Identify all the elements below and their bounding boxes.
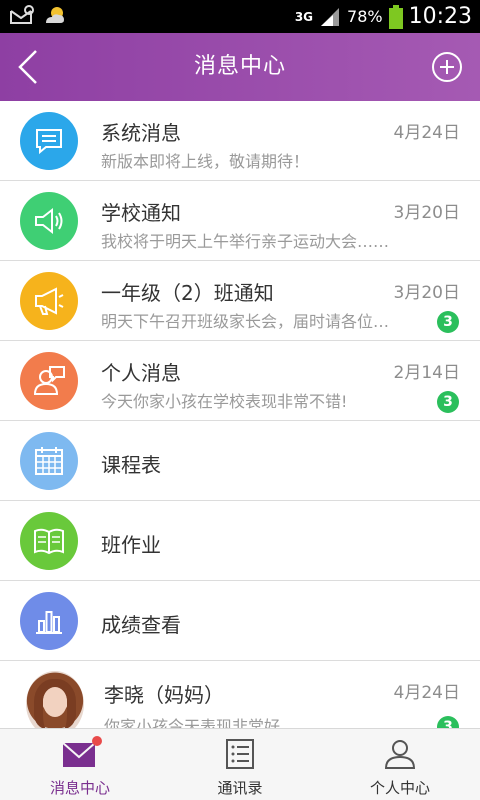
item-title: 李晓（妈妈） [104,683,224,707]
list-item-contact-message[interactable]: 李晓（妈妈） 你家小孩今天表现非常好…… 4月24日 3 [0,661,480,728]
list-item-system-message[interactable]: 系统消息 新版本即将上线，敬请期待！ 4月24日 [0,101,480,181]
item-title: 一年级（2）班通知 [101,281,274,305]
item-preview: 新版本即将上线，敬请期待！ [101,152,310,171]
book-icon [20,512,78,570]
item-date: 2月14日 [393,363,460,383]
tab-contacts[interactable]: 通讯录 [160,729,320,800]
item-title: 系统消息 [101,121,181,145]
message-list: 系统消息 新版本即将上线，敬请期待！ 4月24日 学校通知 我校将于明天上午举行… [0,101,480,728]
battery-percent: 78% [347,7,383,26]
megaphone-icon [20,272,78,330]
list-item-grades[interactable]: 成绩查看 [0,581,480,661]
item-title: 个人消息 [101,361,181,385]
item-preview: 明天下午召开班级家长会，届时请各位… [101,312,390,331]
item-date: 3月20日 [393,283,460,303]
user-icon [382,739,418,769]
calendar-icon [20,432,78,490]
unread-badge: 3 [437,391,459,413]
tab-label: 个人中心 [369,779,430,797]
add-button[interactable] [432,52,462,82]
item-preview: 今天你家小孩在学校表现非常不错! [101,392,348,411]
item-date: 4月24日 [393,123,460,143]
notification-icons [8,5,68,27]
tab-label: 通讯录 [217,779,263,797]
bottom-tab-bar: 消息中心 通讯录 个人中心 [0,728,480,800]
item-preview: 我校将于明天上午举行亲子运动大会…… [101,232,390,251]
chat-bubble-icon [20,112,78,170]
person-message-icon [20,352,78,410]
network-type: 3G [294,9,314,24]
item-title: 课程表 [101,453,161,477]
envelope-icon [62,736,102,769]
weather-icon [46,7,64,23]
clock: 10:23 [408,4,472,29]
user-photo [26,671,84,728]
unread-badge: 3 [437,311,459,333]
list-item-homework[interactable]: 班作业 [0,501,480,581]
unread-badge: 3 [437,716,459,728]
contacts-list-icon [222,739,258,769]
mail-notification-icon [10,5,34,24]
new-indicator-dot [92,736,102,746]
page-title: 消息中心 [193,54,286,79]
status-bar: 3G 78% 10:23 [0,0,480,33]
battery-icon [388,4,403,29]
bar-chart-icon [20,592,78,650]
app-header: 消息中心 [0,33,480,101]
tab-message-center[interactable]: 消息中心 [0,729,160,800]
item-title: 班作业 [101,533,161,557]
item-title: 成绩查看 [101,613,181,637]
signal-icon [321,7,340,26]
item-date: 4月24日 [393,683,460,703]
tab-label: 消息中心 [49,779,110,797]
list-item-class-notice[interactable]: 一年级（2）班通知 明天下午召开班级家长会，届时请各位… 3月20日 3 [0,261,480,341]
item-preview: 你家小孩今天表现非常好…… [104,717,313,728]
item-title: 学校通知 [101,201,181,225]
list-item-timetable[interactable]: 课程表 [0,421,480,501]
list-item-personal-message[interactable]: 个人消息 今天你家小孩在学校表现非常不错! 2月14日 3 [0,341,480,421]
list-item-school-notice[interactable]: 学校通知 我校将于明天上午举行亲子运动大会…… 3月20日 [0,181,480,261]
tab-personal-center[interactable]: 个人中心 [320,729,480,800]
speaker-icon [20,192,78,250]
item-date: 3月20日 [393,203,460,223]
